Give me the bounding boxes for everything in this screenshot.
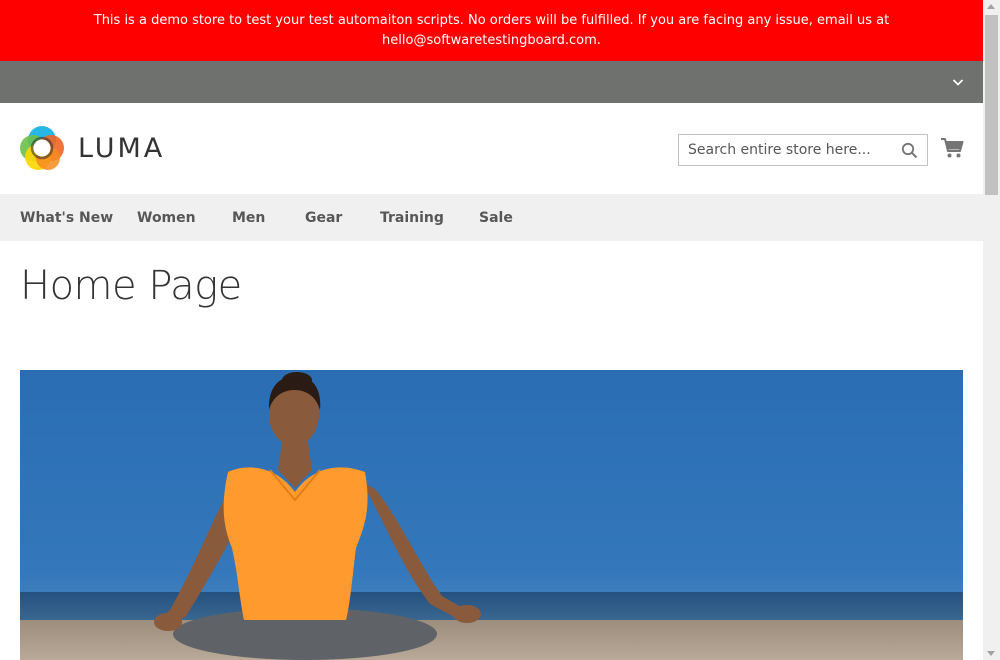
nav-item-men[interactable]: Men (232, 210, 305, 226)
nav-item-gear[interactable]: Gear (305, 210, 380, 226)
demo-notice-line1: This is a demo store to test your test a… (93, 13, 890, 28)
search-form (678, 134, 928, 166)
site-header: LUMA (0, 103, 983, 194)
logo-text: LUMA (78, 132, 166, 164)
search-icon[interactable] (901, 142, 918, 159)
search-input[interactable] (679, 135, 889, 165)
header-panel (0, 61, 983, 103)
nav-item-sale[interactable]: Sale (479, 210, 539, 226)
demo-notice-line2: hello@softwaretestingboard.com. (382, 32, 601, 48)
demo-store-notice: This is a demo store to test your test a… (0, 0, 983, 61)
vertical-scrollbar[interactable] (983, 0, 1000, 660)
scrollbar-thumb[interactable] (985, 15, 998, 195)
scroll-down-arrow-icon[interactable] (987, 651, 995, 656)
luma-logo-icon (20, 126, 64, 170)
page-viewport: This is a demo store to test your test a… (0, 0, 983, 660)
cart-icon[interactable] (940, 136, 964, 160)
page-title: Home Page (20, 263, 242, 309)
nav-item-training[interactable]: Training (380, 210, 479, 226)
chevron-down-icon[interactable] (950, 74, 966, 90)
nav-item-whats-new[interactable]: What's New (20, 210, 137, 226)
main-navigation: What's New Women Men Gear Training Sale (0, 194, 983, 241)
nav-item-women[interactable]: Women (137, 210, 232, 226)
yoga-woman-image (20, 370, 963, 660)
hero-banner-image[interactable] (20, 370, 963, 660)
scroll-up-arrow-icon[interactable] (987, 4, 995, 9)
luma-logo[interactable]: LUMA (20, 124, 165, 172)
